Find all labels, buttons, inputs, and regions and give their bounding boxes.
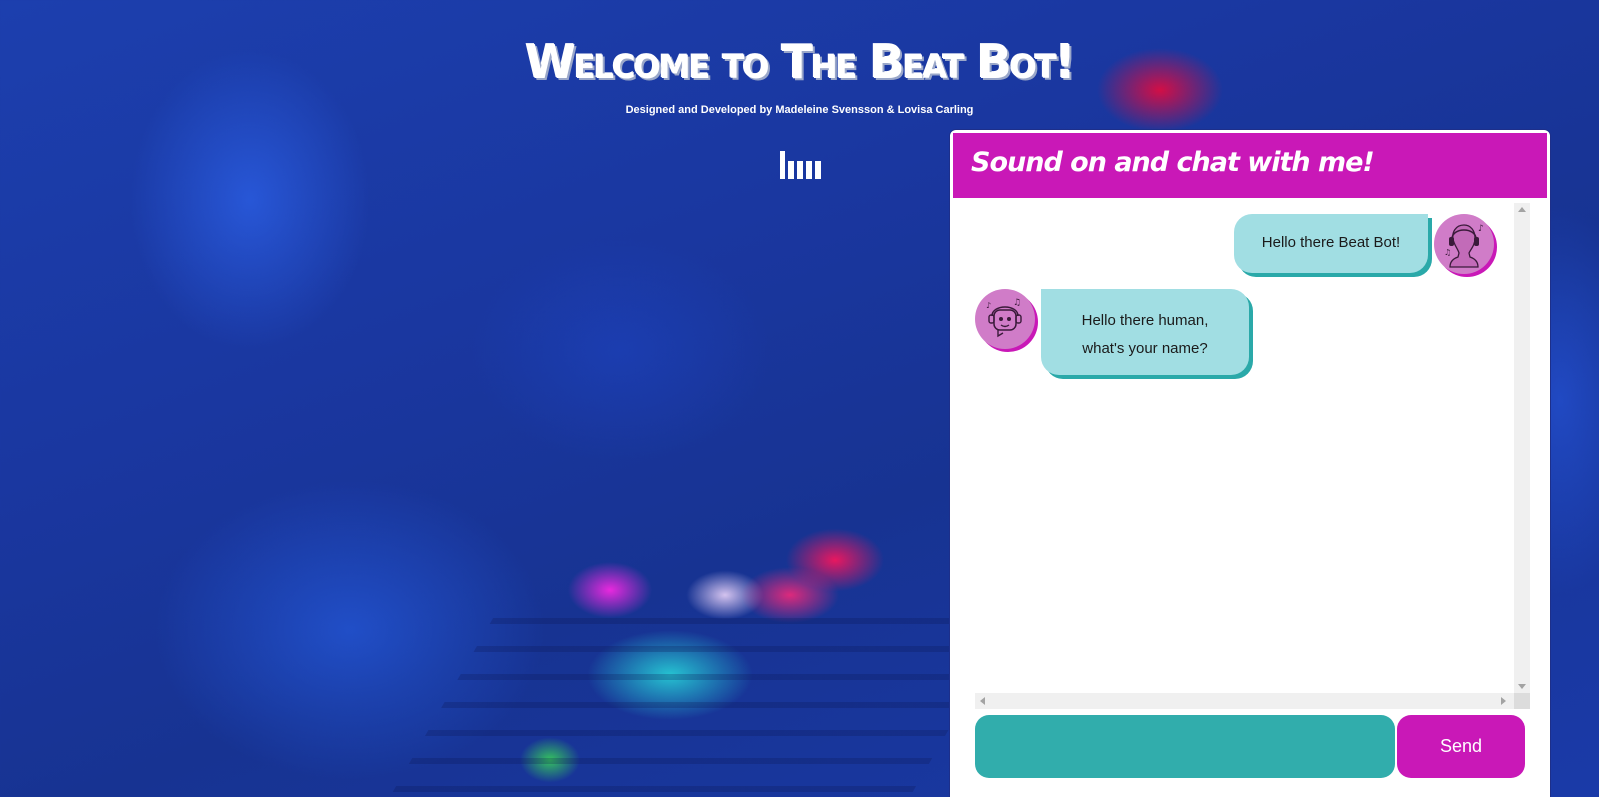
svg-text:♪: ♪ bbox=[1478, 224, 1484, 234]
horizontal-scrollbar[interactable] bbox=[975, 693, 1530, 709]
scroll-down-arrow-icon[interactable] bbox=[1518, 684, 1526, 689]
user-message: Hello there Beat Bot! ♪ ♫ bbox=[1234, 214, 1494, 274]
scroll-up-arrow-icon[interactable] bbox=[1518, 207, 1526, 212]
svg-text:♫: ♫ bbox=[1444, 248, 1451, 257]
message-form: Send bbox=[975, 715, 1530, 778]
chat-messages[interactable]: Hello there Beat Bot! ♪ ♫ ♫ ♪ Hello ther… bbox=[975, 203, 1530, 709]
scroll-left-arrow-icon[interactable] bbox=[980, 697, 985, 705]
equalizer-bar bbox=[788, 161, 794, 179]
bot-message-bubble: Hello there human, what's your name? bbox=[1041, 289, 1249, 375]
chat-window: Sound on and chat with me! Hello there B… bbox=[950, 130, 1550, 797]
send-button[interactable]: Send bbox=[1397, 715, 1525, 778]
equalizer-bars-icon[interactable] bbox=[780, 151, 821, 179]
svg-text:♪: ♪ bbox=[986, 301, 991, 310]
background-keyboard bbox=[376, 600, 1024, 797]
page-title: Welcome to The Beat Bot! bbox=[525, 35, 1076, 89]
equalizer-bar bbox=[780, 151, 785, 179]
equalizer-bar bbox=[815, 161, 821, 179]
user-message-bubble: Hello there Beat Bot! bbox=[1234, 214, 1428, 273]
message-input[interactable] bbox=[975, 715, 1395, 778]
human-head-music-icon: ♪ ♫ bbox=[1434, 214, 1494, 274]
page-subtitle: Designed and Developed by Madeleine Sven… bbox=[625, 104, 974, 116]
scrollbar-corner bbox=[1514, 693, 1530, 709]
equalizer-bar bbox=[806, 161, 812, 179]
chat-heading: Sound on and chat with me! bbox=[953, 133, 1547, 198]
vertical-scrollbar[interactable] bbox=[1514, 203, 1530, 693]
bot-message: ♫ ♪ Hello there human, what's your name? bbox=[975, 289, 1249, 375]
svg-text:♫: ♫ bbox=[1013, 298, 1021, 308]
page-header: Welcome to The Beat Bot! Designed and De… bbox=[0, 34, 1599, 116]
equalizer-bar bbox=[797, 161, 803, 179]
robot-music-icon: ♫ ♪ bbox=[975, 289, 1035, 349]
scroll-right-arrow-icon[interactable] bbox=[1501, 697, 1506, 705]
